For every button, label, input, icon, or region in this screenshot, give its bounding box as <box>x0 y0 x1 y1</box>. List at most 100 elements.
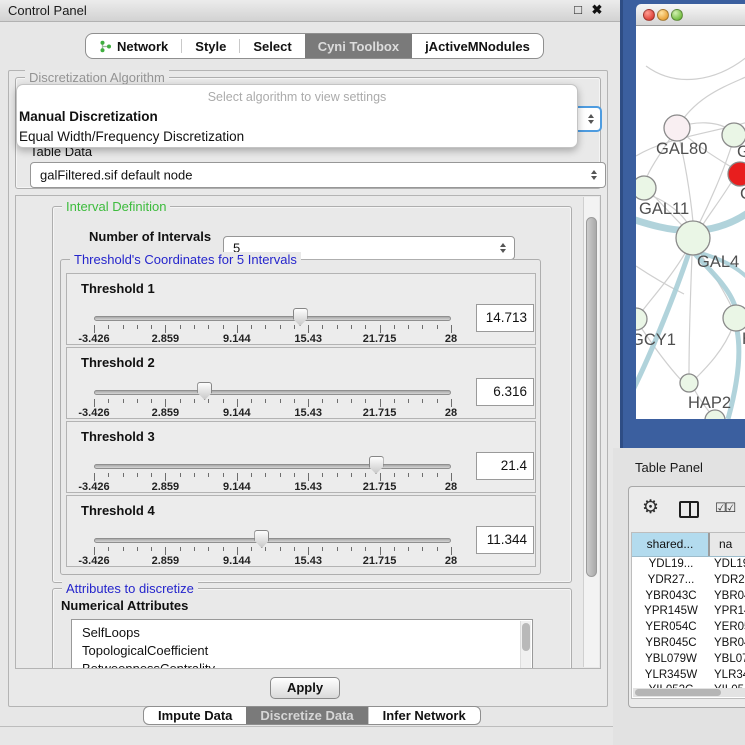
tab-discretize-data[interactable]: Discretize Data <box>246 707 367 724</box>
table-data-value: galFiltered.sif default node <box>40 168 192 183</box>
select-columns-icon[interactable]: ☑☑ <box>715 500 734 516</box>
cell-name: YER05 <box>710 620 745 636</box>
tick-mark <box>223 547 224 551</box>
table-row[interactable]: YBL079WYBL07 <box>632 652 745 668</box>
tick-mark <box>194 325 195 329</box>
thresholds-list: Threshold 1-3.4262.8599.14415.4321.71528… <box>66 273 536 569</box>
tick-mark <box>94 547 95 555</box>
attribute-item[interactable]: SelfLoops <box>72 620 532 642</box>
attribute-item[interactable]: TopologicalCoefficient <box>72 642 532 660</box>
column-browser-icon[interactable] <box>679 501 699 518</box>
column-header-shared-name[interactable]: shared... <box>632 533 710 556</box>
network-node-h[interactable] <box>723 305 745 331</box>
tick-mark <box>151 325 152 329</box>
tick-mark <box>394 547 395 551</box>
table-row[interactable]: YDR27...YDR27 <box>632 573 745 589</box>
network-node-gal11[interactable] <box>636 176 656 200</box>
tick-mark <box>451 399 452 407</box>
tab-infer-network[interactable]: Infer Network <box>369 707 480 724</box>
gear-icon[interactable]: ⚙ <box>642 497 659 519</box>
apply-button[interactable]: Apply <box>270 677 340 699</box>
tick-label: 9.144 <box>223 333 251 345</box>
node-table: shared... na YDL19...YDL19YDR27...YDR27Y… <box>631 532 745 699</box>
tick-mark <box>151 399 152 403</box>
thresholds-title: Threshold's Coordinates for 5 Intervals <box>70 252 301 267</box>
tick-mark <box>365 399 366 403</box>
network-node-gal4[interactable] <box>676 221 710 255</box>
tick-mark <box>408 473 409 477</box>
bottom-tab-bar: Impute Data Discretize Data Infer Networ… <box>143 706 481 725</box>
tab-cyni-toolbox[interactable]: Cyni Toolbox <box>305 34 412 58</box>
network-node-gcy1[interactable] <box>636 308 647 330</box>
slider-ticks <box>94 473 451 481</box>
threshold-slider-thumb[interactable] <box>293 308 308 326</box>
cell-shared-name: YDR27... <box>632 573 710 589</box>
cell-name: YDR27 <box>710 573 745 589</box>
threshold-value-field[interactable]: 6.316 <box>476 378 534 406</box>
threshold-value-field[interactable]: 14.713 <box>476 304 534 332</box>
table-horizontal-scrollbar[interactable] <box>633 688 745 697</box>
attribute-item[interactable]: BetweennessCentrality <box>72 660 532 669</box>
attributes-scrollbar[interactable] <box>520 621 531 669</box>
close-window-icon[interactable]: ✖ <box>589 2 605 18</box>
tab-select[interactable]: Select <box>240 34 304 58</box>
table-row[interactable]: YDL19...YDL19 <box>632 557 745 573</box>
tab-style[interactable]: Style <box>182 34 239 58</box>
network-icon <box>99 40 112 53</box>
threshold-slider-track[interactable] <box>94 464 451 469</box>
popup-option-manual-discretization[interactable]: Manual Discretization <box>17 106 577 126</box>
scrollbar-thumb[interactable] <box>635 689 721 696</box>
threshold-slider-thumb[interactable] <box>197 382 212 400</box>
node-label: GCY1 <box>636 331 676 349</box>
table-row[interactable]: YBR045CYBR04 <box>632 636 745 652</box>
tick-mark <box>380 473 381 481</box>
tab-jactivemnodules[interactable]: jActiveMNodules <box>412 34 543 58</box>
float-window-icon[interactable]: □ <box>570 2 586 18</box>
scrollbar-thumb[interactable] <box>586 217 597 577</box>
popup-placeholder: Select algorithm to view settings <box>17 88 577 106</box>
tick-mark <box>322 547 323 551</box>
zoom-traffic-light-icon[interactable] <box>671 9 683 21</box>
network-node-hap2[interactable] <box>680 374 698 392</box>
tab-select-label: Select <box>253 39 291 54</box>
threshold-slider-track[interactable] <box>94 538 451 543</box>
close-traffic-light-icon[interactable] <box>643 9 655 21</box>
table-row[interactable]: YPR145WYPR14 <box>632 604 745 620</box>
slider-tick-labels: -3.4262.8599.14415.4321.71528 <box>94 407 451 419</box>
column-header-name[interactable]: na <box>710 533 745 556</box>
popup-option-equal-width-frequency[interactable]: Equal Width/Frequency Discretization <box>17 126 577 146</box>
threshold-value-field[interactable]: 21.4 <box>476 452 534 480</box>
tick-mark <box>180 325 181 329</box>
scrollbar-thumb[interactable] <box>522 623 530 651</box>
cell-name: YBR04 <box>710 636 745 652</box>
threshold-slider-thumb[interactable] <box>254 530 269 548</box>
table-row[interactable]: YLR345WYLR34 <box>632 668 745 684</box>
table-row[interactable]: YBR043CYBR04 <box>632 589 745 605</box>
attributes-title: Attributes to discretize <box>62 581 198 596</box>
tab-network[interactable]: Network <box>86 34 181 58</box>
node-label: C <box>740 185 745 203</box>
tick-label: -3.426 <box>78 481 109 493</box>
threshold-slider-track[interactable] <box>94 390 451 395</box>
threshold-value-field[interactable]: 11.344 <box>476 526 534 554</box>
settings-vertical-scrollbar[interactable] <box>583 197 599 667</box>
table-data-combo[interactable]: galFiltered.sif default node <box>30 162 606 188</box>
tab-impute-data[interactable]: Impute Data <box>144 707 246 724</box>
tick-mark <box>251 547 252 551</box>
tick-label: -3.426 <box>78 333 109 345</box>
tick-mark <box>351 547 352 551</box>
table-row[interactable]: YER054CYER05 <box>632 620 745 636</box>
minimize-traffic-light-icon[interactable] <box>657 9 669 21</box>
network-node-gal80[interactable] <box>664 115 690 141</box>
tick-mark <box>251 399 252 403</box>
tick-mark <box>351 473 352 477</box>
network-node-c[interactable] <box>728 162 745 186</box>
threshold-slider-track[interactable] <box>94 316 451 321</box>
tick-mark <box>137 547 138 551</box>
screen: Control Panel □ ✖ Network Style Select C… <box>0 0 745 745</box>
tick-label: 21.715 <box>363 481 397 493</box>
threshold-slider-thumb[interactable] <box>369 456 384 474</box>
network-canvas[interactable]: GAL80GACGAL11GAL4GCY1HHAP2 <box>636 26 745 419</box>
tick-label: 9.144 <box>223 555 251 567</box>
numerical-attributes-list[interactable]: SelfLoopsTopologicalCoefficientBetweenne… <box>71 619 533 669</box>
